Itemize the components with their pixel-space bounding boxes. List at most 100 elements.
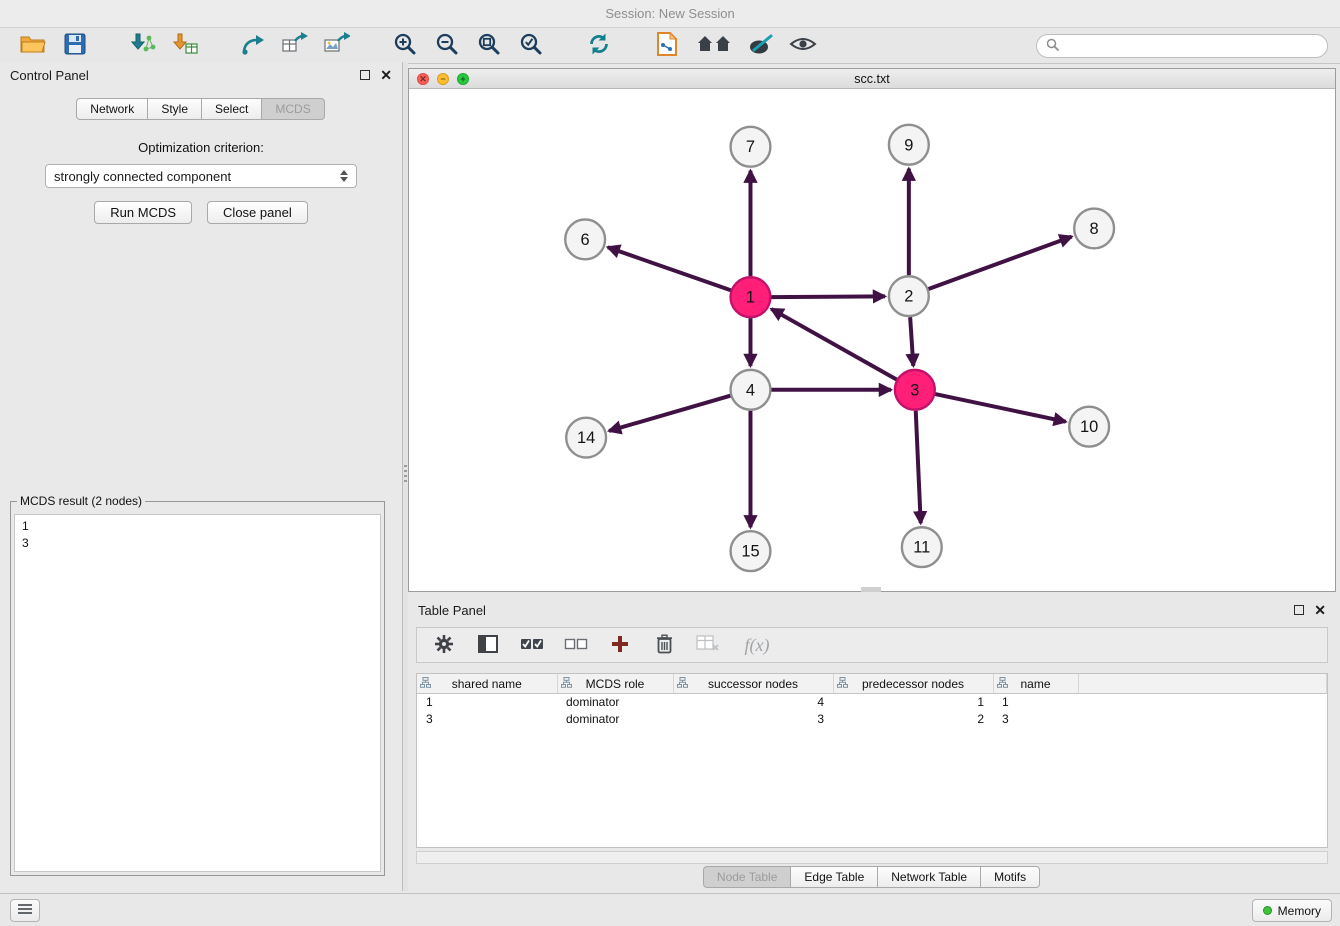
table-row[interactable]: 3dominator323 bbox=[417, 711, 1327, 728]
add-row-button[interactable] bbox=[603, 631, 637, 659]
float-table-panel-icon[interactable] bbox=[1294, 605, 1304, 615]
function-builder-button[interactable]: f(x) bbox=[735, 631, 779, 659]
save-session-button[interactable] bbox=[54, 31, 96, 61]
table-cell[interactable]: 3 bbox=[993, 711, 1078, 728]
network-window-titlebar[interactable]: ✕ − + scc.txt bbox=[409, 69, 1335, 89]
style-brush-button[interactable] bbox=[740, 31, 782, 61]
export-table-button[interactable] bbox=[274, 31, 316, 61]
memory-button[interactable]: Memory bbox=[1252, 899, 1332, 922]
column-tree-icon bbox=[997, 677, 1008, 688]
graph-edge-2-3[interactable] bbox=[910, 317, 913, 366]
table-cell[interactable]: dominator bbox=[557, 694, 673, 711]
close-panel-button[interactable]: Close panel bbox=[207, 201, 308, 224]
column-header-predecessor-nodes[interactable]: predecessor nodes bbox=[833, 674, 993, 694]
graph-edge-4-14[interactable] bbox=[609, 396, 730, 431]
graph-node-8[interactable]: 8 bbox=[1074, 209, 1114, 249]
zoom-selected-button[interactable] bbox=[510, 31, 552, 61]
network-graph[interactable]: 7 9 6 8 1 2 4 3 14 10 15 11 bbox=[409, 89, 1335, 591]
graph-node-1[interactable]: 1 bbox=[731, 277, 771, 317]
graph-edge-3-1[interactable] bbox=[771, 309, 896, 380]
zoom-out-button[interactable] bbox=[426, 31, 468, 61]
run-mcds-button[interactable]: Run MCDS bbox=[94, 201, 192, 224]
network-scrollbar-nub[interactable] bbox=[861, 587, 881, 592]
float-panel-icon[interactable] bbox=[360, 70, 370, 80]
table-cell[interactable]: 4 bbox=[673, 694, 833, 711]
graph-edge-3-10[interactable] bbox=[935, 394, 1065, 422]
table-toolbar: f(x) bbox=[416, 627, 1328, 663]
delete-row-button[interactable] bbox=[647, 631, 681, 659]
column-header-successor-nodes[interactable]: successor nodes bbox=[673, 674, 833, 694]
tab-select[interactable]: Select bbox=[201, 98, 262, 120]
open-session-button[interactable] bbox=[12, 31, 54, 61]
apply-layout-button[interactable] bbox=[578, 31, 620, 61]
network-window-title: scc.txt bbox=[854, 72, 889, 86]
graph-edge-1-6[interactable] bbox=[608, 247, 731, 290]
table-cell[interactable]: 1 bbox=[993, 694, 1078, 711]
import-table-button[interactable] bbox=[164, 31, 206, 61]
mcds-result-box: MCDS result (2 nodes) 13 bbox=[10, 494, 385, 876]
table-cell[interactable]: dominator bbox=[557, 711, 673, 728]
export-image-button[interactable] bbox=[316, 31, 358, 61]
table-cell[interactable]: 2 bbox=[833, 711, 993, 728]
column-tree-icon bbox=[677, 677, 688, 688]
graph-edge-2-8[interactable] bbox=[928, 237, 1071, 289]
import-table-disabled-button bbox=[691, 631, 725, 659]
column-tree-icon bbox=[561, 677, 572, 688]
show-panels-button[interactable] bbox=[10, 899, 40, 922]
table-row[interactable]: 1dominator411 bbox=[417, 694, 1327, 711]
graph-node-10[interactable]: 10 bbox=[1069, 407, 1109, 447]
export-network-button[interactable] bbox=[232, 31, 274, 61]
graph-node-3[interactable]: 3 bbox=[895, 370, 935, 410]
graph-node-7[interactable]: 7 bbox=[731, 127, 771, 167]
table-horizontal-scrollbar[interactable] bbox=[416, 851, 1328, 864]
close-table-panel-icon[interactable]: ✕ bbox=[1314, 603, 1326, 617]
tab-network-table[interactable]: Network Table bbox=[877, 866, 981, 888]
tab-motifs[interactable]: Motifs bbox=[980, 866, 1040, 888]
close-panel-icon[interactable]: ✕ bbox=[380, 68, 392, 82]
maximize-window-button[interactable]: + bbox=[457, 73, 469, 85]
search-box[interactable] bbox=[1036, 34, 1328, 58]
home-button[interactable] bbox=[688, 31, 740, 61]
column-header-shared-name[interactable]: shared name bbox=[417, 674, 557, 694]
import-network-button[interactable] bbox=[122, 31, 164, 61]
close-window-button[interactable]: ✕ bbox=[417, 73, 429, 85]
checked-boxes-icon bbox=[520, 636, 544, 655]
table-cell[interactable]: 3 bbox=[417, 711, 557, 728]
zoom-fit-icon bbox=[477, 32, 501, 59]
toggle-graphics-details-button[interactable] bbox=[782, 31, 824, 61]
table-cell[interactable]: 1 bbox=[833, 694, 993, 711]
select-all-button[interactable] bbox=[515, 631, 549, 659]
graph-edge-3-11[interactable] bbox=[916, 411, 921, 524]
graph-node-6[interactable]: 6 bbox=[565, 219, 605, 259]
node-table: shared nameMCDS rolesuccessor nodesprede… bbox=[416, 673, 1328, 848]
graph-node-4[interactable]: 4 bbox=[731, 370, 771, 410]
column-header-mcds-role[interactable]: MCDS role bbox=[557, 674, 673, 694]
deselect-all-button[interactable] bbox=[559, 631, 593, 659]
graph-node-2[interactable]: 2 bbox=[889, 276, 929, 316]
copy-network-button[interactable] bbox=[646, 31, 688, 61]
column-header-name[interactable]: name bbox=[993, 674, 1078, 694]
column-layout-button[interactable] bbox=[471, 631, 505, 659]
tab-mcds[interactable]: MCDS bbox=[261, 98, 324, 120]
search-input[interactable] bbox=[1065, 39, 1318, 53]
svg-text:7: 7 bbox=[746, 138, 755, 156]
table-cell[interactable]: 1 bbox=[417, 694, 557, 711]
network-canvas[interactable]: 7 9 6 8 1 2 4 3 14 10 15 11 bbox=[409, 89, 1335, 591]
graph-edge-1-2[interactable] bbox=[771, 296, 885, 297]
zoom-in-button[interactable] bbox=[384, 31, 426, 61]
criterion-dropdown[interactable]: strongly connected component bbox=[45, 164, 357, 188]
dropdown-stepper-icon bbox=[340, 170, 348, 182]
graph-node-9[interactable]: 9 bbox=[889, 125, 929, 165]
tab-node-table[interactable]: Node Table bbox=[703, 866, 792, 888]
table-cell[interactable]: 3 bbox=[673, 711, 833, 728]
zoom-fit-button[interactable] bbox=[468, 31, 510, 61]
tab-edge-table[interactable]: Edge Table bbox=[790, 866, 878, 888]
table-settings-button[interactable] bbox=[427, 631, 461, 659]
minimize-window-button[interactable]: − bbox=[437, 73, 449, 85]
graph-node-15[interactable]: 15 bbox=[731, 531, 771, 571]
tab-style[interactable]: Style bbox=[147, 98, 202, 120]
graph-node-11[interactable]: 11 bbox=[902, 527, 942, 567]
tab-network[interactable]: Network bbox=[76, 98, 148, 120]
graph-node-14[interactable]: 14 bbox=[566, 418, 606, 458]
svg-text:11: 11 bbox=[913, 539, 930, 557]
